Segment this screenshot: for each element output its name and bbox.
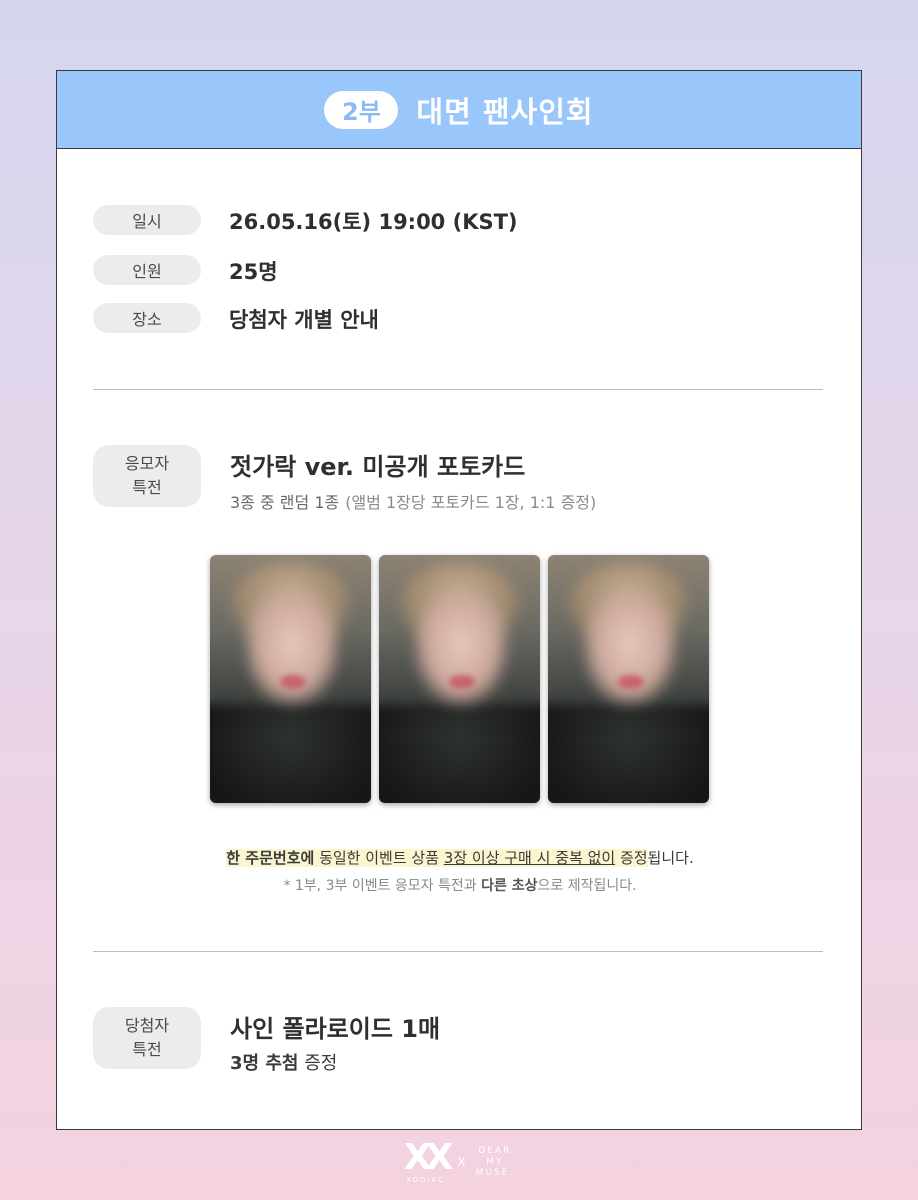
- info-row-capacity: 인원 25명: [93, 255, 278, 285]
- photocard-image: [210, 555, 371, 803]
- notice-text: 증정: [615, 849, 648, 867]
- info-value: 26.05.16(토) 19:00 (KST): [229, 210, 518, 234]
- winner-benefit-title: 사인 폴라로이드 1매: [230, 1015, 441, 1043]
- divider: [93, 951, 823, 952]
- footer-logos: XX XODIAC X DEAR MY MUSE.: [0, 1137, 918, 1185]
- photocard-image: [379, 555, 540, 803]
- brand-line: MUSE.: [475, 1167, 515, 1178]
- part-badge: 2부: [324, 90, 399, 129]
- notice-bold: 한 주문번호에: [226, 849, 315, 867]
- header-title: 대면 팬사인회: [416, 94, 594, 129]
- subtitle-note: (앨범 1장당 포토카드 1장, 1:1 증정): [345, 493, 597, 512]
- info-row-date: 일시 26.05.16(토) 19:00 (KST): [93, 205, 518, 235]
- event-card: 2부 대면 팬사인회 일시 26.05.16(토) 19:00 (KST) 인원…: [56, 70, 862, 1130]
- brand-line: MY: [486, 1156, 504, 1167]
- notice-underline: 3장 이상 구매 시 중복 없이: [443, 849, 616, 867]
- portrait-notice: * 1부, 3부 이벤트 응모자 특전과 다른 초상으로 제작됩니다.: [57, 875, 863, 895]
- applicant-benefit-title: 젓가락 ver. 미공개 포토카드: [230, 453, 526, 481]
- card-header: 2부 대면 팬사인회: [57, 71, 861, 149]
- winner-benefit-subtitle: 3명 추첨 증정: [230, 1049, 337, 1075]
- tag-line: 특전: [132, 478, 162, 497]
- info-value: 25명: [229, 260, 278, 284]
- info-tag: 인원: [93, 255, 201, 285]
- notice-text: * 1부, 3부 이벤트 응모자 특전과: [283, 878, 482, 894]
- logo-mark: XX: [403, 1137, 453, 1178]
- notice-text: 됩니다.: [647, 849, 694, 867]
- tag-line: 당첨자: [124, 1016, 170, 1035]
- winner-benefit-tag: 당첨자 특전: [93, 1007, 201, 1069]
- notice-bold: 다른 초상: [481, 878, 538, 894]
- photocard-gallery: [210, 555, 709, 803]
- logo-separator: X: [457, 1155, 466, 1169]
- notice-text: 동일한 이벤트 상품: [314, 849, 444, 867]
- info-value: 당첨자 개별 안내: [229, 308, 379, 332]
- photocard-image: [548, 555, 709, 803]
- info-row-location: 장소 당첨자 개별 안내: [93, 303, 379, 333]
- tag-line: 특전: [132, 1040, 162, 1059]
- dear-my-muse-logo: DEAR MY MUSE.: [476, 1146, 515, 1179]
- xodiac-logo: XX XODIAC: [403, 1137, 453, 1185]
- logo-subtext: XODIAC: [406, 1176, 445, 1184]
- purchase-notice: 한 주문번호에 동일한 이벤트 상품 3장 이상 구매 시 중복 없이 증정됩니…: [57, 847, 863, 868]
- subtitle-text: 증정: [298, 1053, 338, 1074]
- notice-text: 으로 제작됩니다.: [537, 878, 637, 894]
- subtitle-main: 3종 중 랜덤 1종: [230, 493, 340, 512]
- info-tag: 일시: [93, 205, 201, 235]
- tag-line: 응모자: [124, 454, 170, 473]
- applicant-benefit-subtitle: 3종 중 랜덤 1종 (앨범 1장당 포토카드 1장, 1:1 증정): [230, 489, 596, 513]
- subtitle-bold: 3명 추첨: [230, 1053, 299, 1074]
- info-tag: 장소: [93, 303, 201, 333]
- brand-line: DEAR: [478, 1145, 512, 1156]
- divider: [93, 389, 823, 390]
- applicant-benefit-tag: 응모자 특전: [93, 445, 201, 507]
